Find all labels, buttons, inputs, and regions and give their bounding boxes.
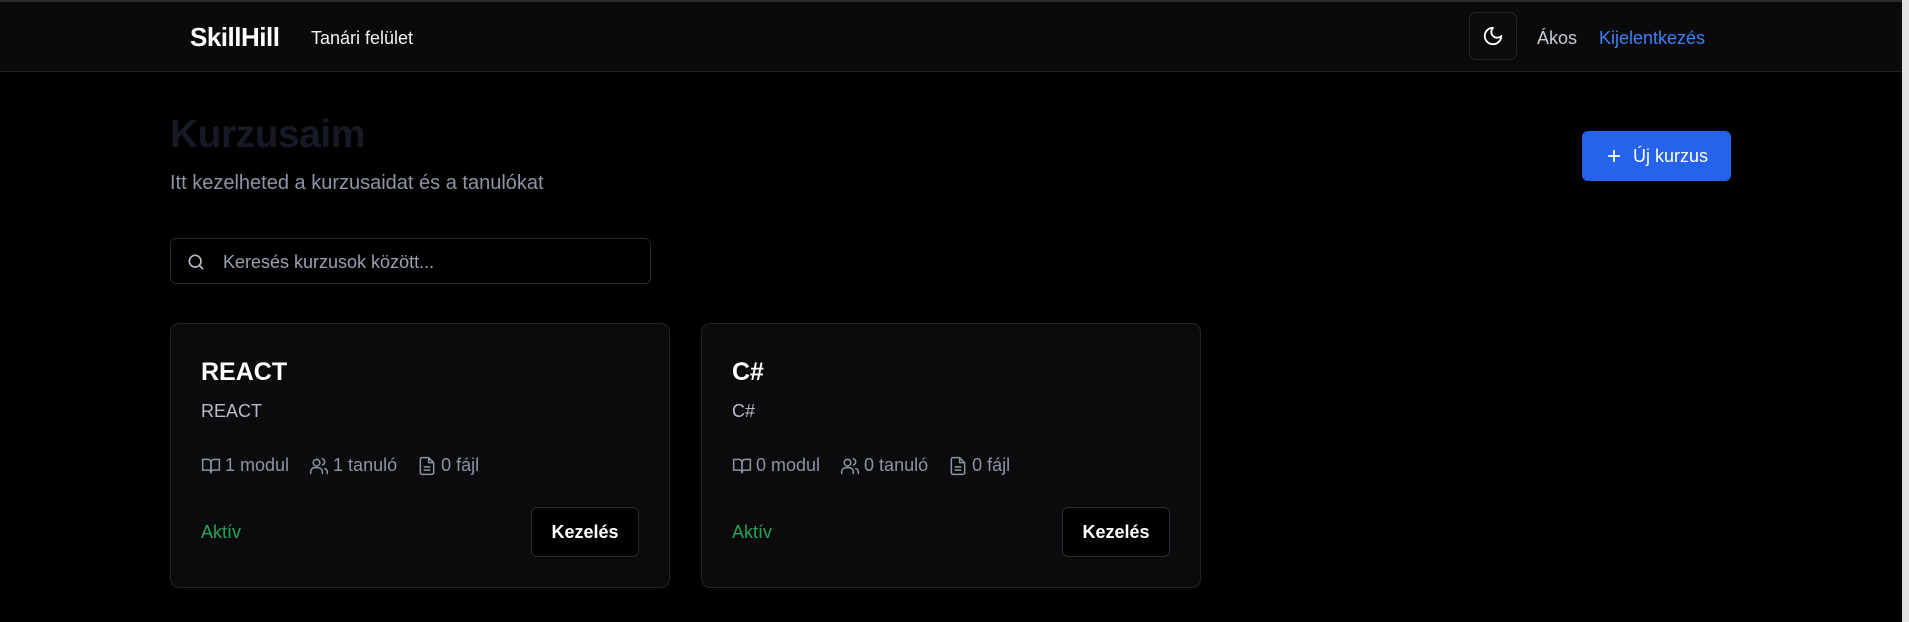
status-badge: Aktív bbox=[201, 522, 242, 542]
users-icon bbox=[309, 457, 329, 474]
logout-link[interactable]: Kijelentkezés bbox=[1599, 28, 1705, 49]
course-title: REACT bbox=[201, 358, 288, 386]
file-count: 0 fájl bbox=[948, 455, 1010, 476]
module-count: 0 modul bbox=[732, 455, 820, 476]
module-count-label: 0 modul bbox=[756, 455, 821, 475]
search-icon bbox=[188, 254, 204, 270]
file-icon bbox=[419, 456, 435, 475]
new-course-label: Új kurzus bbox=[1632, 145, 1708, 166]
users-icon bbox=[840, 457, 860, 474]
course-card: REACT REACT 1 modul 1 tanuló 0 fájl Aktí… bbox=[170, 323, 670, 588]
book-icon bbox=[201, 458, 221, 473]
module-count: 1 modul bbox=[201, 455, 289, 476]
new-course-button[interactable]: Új kurzus bbox=[1582, 131, 1731, 181]
search-input[interactable] bbox=[221, 239, 645, 285]
file-count-label: 0 fájl bbox=[972, 455, 1011, 475]
file-count-label: 0 fájl bbox=[441, 455, 480, 475]
file-icon bbox=[950, 456, 966, 475]
status-badge: Aktív bbox=[732, 522, 773, 542]
manage-button[interactable]: Kezelés bbox=[1062, 507, 1170, 557]
student-count: 0 tanuló bbox=[840, 455, 928, 476]
course-stats: 1 modul 1 tanuló 0 fájl bbox=[201, 455, 479, 476]
top-navbar: SkillHill Tanári felület Ákos Kijelentke… bbox=[0, 2, 1902, 72]
page-description: Itt kezelheted a kurzusaidat és a tanuló… bbox=[170, 172, 544, 194]
page-title: Kurzusaim bbox=[170, 113, 365, 156]
brand-logo[interactable]: SkillHill bbox=[190, 22, 280, 53]
course-card: C# C# 0 modul 0 tanuló 0 fájl Aktív Keze… bbox=[701, 323, 1201, 588]
manage-button[interactable]: Kezelés bbox=[531, 507, 639, 557]
theme-toggle-button[interactable] bbox=[1469, 12, 1517, 60]
course-title: C# bbox=[732, 358, 764, 386]
plus-icon bbox=[1607, 149, 1621, 163]
student-count-label: 0 tanuló bbox=[864, 455, 929, 475]
nav-subtitle: Tanári felület bbox=[311, 28, 414, 48]
course-stats: 0 modul 0 tanuló 0 fájl bbox=[732, 455, 1010, 476]
course-description: REACT bbox=[201, 401, 263, 421]
module-count-label: 1 modul bbox=[225, 455, 290, 475]
file-count: 0 fájl bbox=[417, 455, 479, 476]
moon-icon bbox=[1483, 26, 1503, 46]
book-icon bbox=[732, 458, 752, 473]
user-name[interactable]: Ákos bbox=[1537, 28, 1577, 49]
student-count-label: 1 tanuló bbox=[333, 455, 398, 475]
search-box[interactable] bbox=[170, 238, 651, 285]
course-description: C# bbox=[732, 401, 756, 421]
student-count: 1 tanuló bbox=[309, 455, 397, 476]
window-scrollbar[interactable] bbox=[1902, 0, 1909, 622]
